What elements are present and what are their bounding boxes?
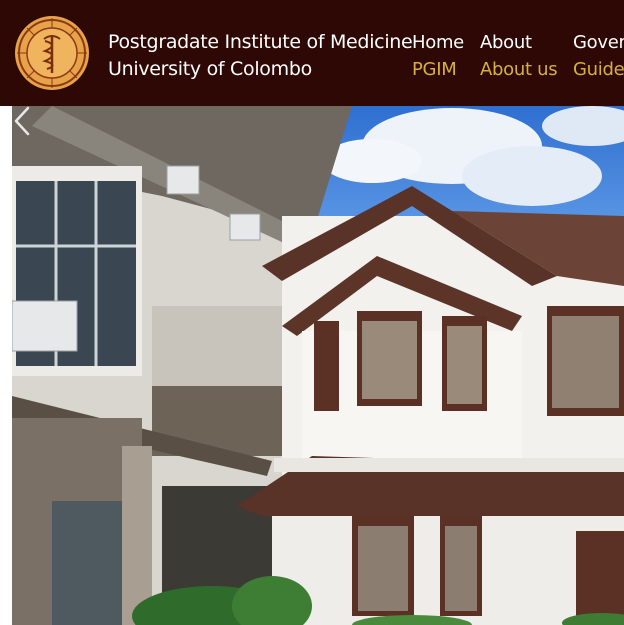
- nav-about-sub: About us: [480, 59, 558, 80]
- nav-item-governance[interactable]: Gover Guide: [573, 29, 624, 83]
- nav-about-label: About: [480, 32, 532, 53]
- nav-item-home[interactable]: Home PGIM: [412, 29, 464, 83]
- institute-name-line1: Postgradate Institute of Medicine: [108, 31, 413, 53]
- building-photo: [12, 106, 624, 625]
- nav-home-sub: PGIM: [412, 59, 457, 80]
- nav-governance-label: Gover: [573, 32, 624, 53]
- nav-home-label: Home: [412, 32, 464, 53]
- chevron-left-icon[interactable]: [12, 106, 32, 136]
- nav-item-about[interactable]: About About us: [480, 29, 558, 83]
- site-header: Postgradate Institute of Medicine Univer…: [0, 0, 624, 106]
- institute-name[interactable]: Postgradate Institute of Medicine Univer…: [108, 29, 413, 83]
- pgim-emblem-icon[interactable]: [14, 15, 90, 91]
- hero-slider[interactable]: [12, 106, 624, 625]
- nav-governance-sub: Guide: [573, 59, 624, 80]
- institute-name-line2: University of Colombo: [108, 58, 312, 80]
